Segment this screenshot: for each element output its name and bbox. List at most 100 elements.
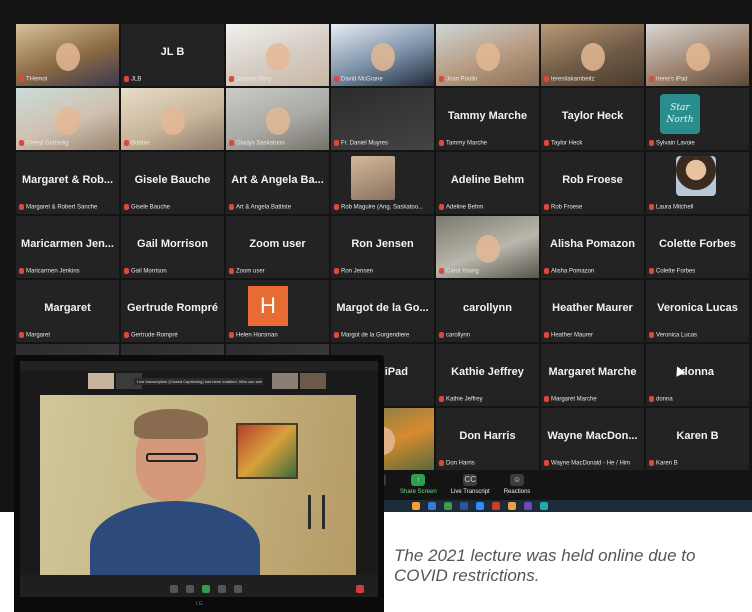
participant-name-text: Laura Mitchell: [656, 205, 694, 211]
participant-tile[interactable]: Margot de la Go... Margot de la Gorgendie…: [331, 280, 434, 342]
participant-tile[interactable]: Maricarmen Jen... Maricarmen Jenkins: [16, 216, 119, 278]
participant-name-label: Alisha Pomazon: [544, 268, 594, 275]
participant-name-label: Laura Mitchell: [649, 204, 693, 211]
participant-tile[interactable]: Joan Poulin: [436, 24, 539, 86]
participant-tile[interactable]: Gail Morrison Gail Morrison: [121, 216, 224, 278]
participant-tile[interactable]: Carol Young: [436, 216, 539, 278]
chat-icon[interactable]: [186, 585, 194, 593]
record-icon[interactable]: [218, 585, 226, 593]
toolbar-button[interactable]: ↑ Share Screen: [400, 474, 437, 495]
participant-tile[interactable]: Wayne MacDon... Wayne MacDonald - He / Hi…: [541, 408, 644, 470]
participant-tile[interactable]: Cheryl Gottselig: [16, 88, 119, 150]
participant-name-text: donna: [656, 397, 673, 403]
app-icon[interactable]: [524, 502, 532, 510]
zoom-icon[interactable]: [476, 502, 484, 510]
participant-tile[interactable]: Fr. Daniel Muyres: [331, 88, 434, 150]
participant-tile[interactable]: Colette Forbes Colette Forbes: [646, 216, 749, 278]
participant-tile[interactable]: Taylor Heck Taylor Heck: [541, 88, 644, 150]
participant-tile[interactable]: Margaret Margaret: [16, 280, 119, 342]
muted-mic-icon: [544, 396, 549, 403]
file-explorer-icon[interactable]: [412, 502, 420, 510]
participant-tile[interactable]: Rob Froese Rob Froese: [541, 152, 644, 214]
participant-tile[interactable]: carollynn carollynn: [436, 280, 539, 342]
participant-name-text: Heather Maurer: [551, 333, 594, 339]
participants-icon[interactable]: [170, 585, 178, 593]
participant-name-text: Gladys Saskatoon: [236, 141, 285, 147]
muted-mic-icon: [334, 140, 339, 147]
participant-tile[interactable]: Zoom user Zoom user: [226, 216, 329, 278]
participant-name-label: Zoom user: [229, 268, 265, 275]
participant-display-name: Tammy Marche: [447, 110, 528, 122]
muted-mic-icon: [649, 460, 654, 467]
participant-tile[interactable]: Gisele Bauche Gisele Bauche: [121, 152, 224, 214]
participant-tile[interactable]: Bobbie: [121, 88, 224, 150]
participant-name-label: Margaret Marche: [544, 396, 597, 403]
participant-tile[interactable]: Laura Mitchell: [646, 152, 749, 214]
end-meeting-button[interactable]: [356, 585, 364, 593]
participant-tile[interactable]: THemot: [16, 24, 119, 86]
participant-name-label: Taylor Heck: [544, 140, 582, 147]
app-icon[interactable]: [540, 502, 548, 510]
participant-tile[interactable]: Ron Jensen Ron Jensen: [331, 216, 434, 278]
participant-tile[interactable]: Irene's iPad: [646, 24, 749, 86]
chrome-icon[interactable]: [508, 502, 516, 510]
participant-name-text: Rob Froese: [551, 205, 583, 211]
edge-icon[interactable]: [428, 502, 436, 510]
participant-name-label: donna: [649, 396, 673, 403]
candle-holder: [308, 495, 311, 529]
participant-name-text: Veronica Lucas: [656, 333, 698, 339]
muted-mic-icon: [229, 268, 234, 275]
share-screen-icon[interactable]: [202, 585, 210, 593]
wall-painting: [236, 423, 298, 479]
participant-tile[interactable]: Alisha Pomazon Alisha Pomazon: [541, 216, 644, 278]
participant-tile[interactable]: Gertrude Rompré Gertrude Rompré: [121, 280, 224, 342]
muted-mic-icon: [334, 204, 339, 211]
participant-face: [475, 234, 500, 263]
participant-tile[interactable]: Don Harris Don Harris: [436, 408, 539, 470]
participant-tile[interactable]: Veronica Lucas Veronica Lucas: [646, 280, 749, 342]
participant-tile[interactable]: Rob Maguire (Ang. Saskatoo...: [331, 152, 434, 214]
profile-photo: [676, 156, 716, 196]
participant-name-label: Jacquie Berg: [229, 76, 271, 83]
participant-tile[interactable]: Karen B Karen B: [646, 408, 749, 470]
participant-tile[interactable]: donna donna: [646, 344, 749, 406]
powerpoint-icon[interactable]: [492, 502, 500, 510]
participant-display-name: Karen B: [676, 430, 719, 442]
participant-tile[interactable]: Margaret & Rob... Margaret & Robert Sanch…: [16, 152, 119, 214]
participant-face: [265, 42, 290, 71]
reactions-icon[interactable]: [234, 585, 242, 593]
participant-display-name: JL B: [160, 46, 185, 58]
toolbar-button[interactable]: CC Live Transcript: [451, 474, 490, 495]
speaker-video: [40, 395, 356, 575]
participant-tile[interactable]: Star North Sylvain Lavoie: [646, 88, 749, 150]
participant-tile[interactable]: Margaret Marche Margaret Marche: [541, 344, 644, 406]
participant-display-name: donna: [681, 366, 714, 378]
participant-tile[interactable]: Heather Maurer Heather Maurer: [541, 280, 644, 342]
participant-name-label: JLB: [124, 76, 141, 83]
muted-mic-icon: [544, 332, 549, 339]
participant-tile[interactable]: H Helen Horsman: [226, 280, 329, 342]
participant-display-name: Don Harris: [459, 430, 516, 442]
muted-mic-icon: [334, 268, 339, 275]
participant-face: [370, 42, 395, 71]
participant-name-label: Gladys Saskatoon: [229, 140, 285, 147]
excel-icon[interactable]: [444, 502, 452, 510]
participant-tile[interactable]: Art & Angela Ba... Art & Angela Battiste: [226, 152, 329, 214]
participant-tile[interactable]: Kathie Jeffrey Kathie Jeffrey: [436, 344, 539, 406]
participant-tile[interactable]: Jacquie Berg: [226, 24, 329, 86]
participant-display-name: Maricarmen Jen...: [21, 238, 114, 250]
word-icon[interactable]: [460, 502, 468, 510]
muted-mic-icon: [19, 204, 24, 211]
participant-tile[interactable]: teresitakambeitz: [541, 24, 644, 86]
participant-name-text: THemot: [26, 77, 48, 83]
participant-name-label: Tammy Marche: [439, 140, 487, 147]
muted-mic-icon: [649, 204, 654, 211]
participant-tile[interactable]: Gladys Saskatoon: [226, 88, 329, 150]
toolbar-icon: ☺: [510, 474, 525, 486]
toolbar-button[interactable]: ☺ Reactions: [504, 474, 530, 495]
participant-name-label: Gisele Bauche: [124, 204, 170, 211]
participant-tile[interactable]: JL B JLB: [121, 24, 224, 86]
participant-tile[interactable]: David McGrane: [331, 24, 434, 86]
participant-tile[interactable]: Tammy Marche Tammy Marche: [436, 88, 539, 150]
participant-tile[interactable]: Adeline Behm Adeline Behm: [436, 152, 539, 214]
